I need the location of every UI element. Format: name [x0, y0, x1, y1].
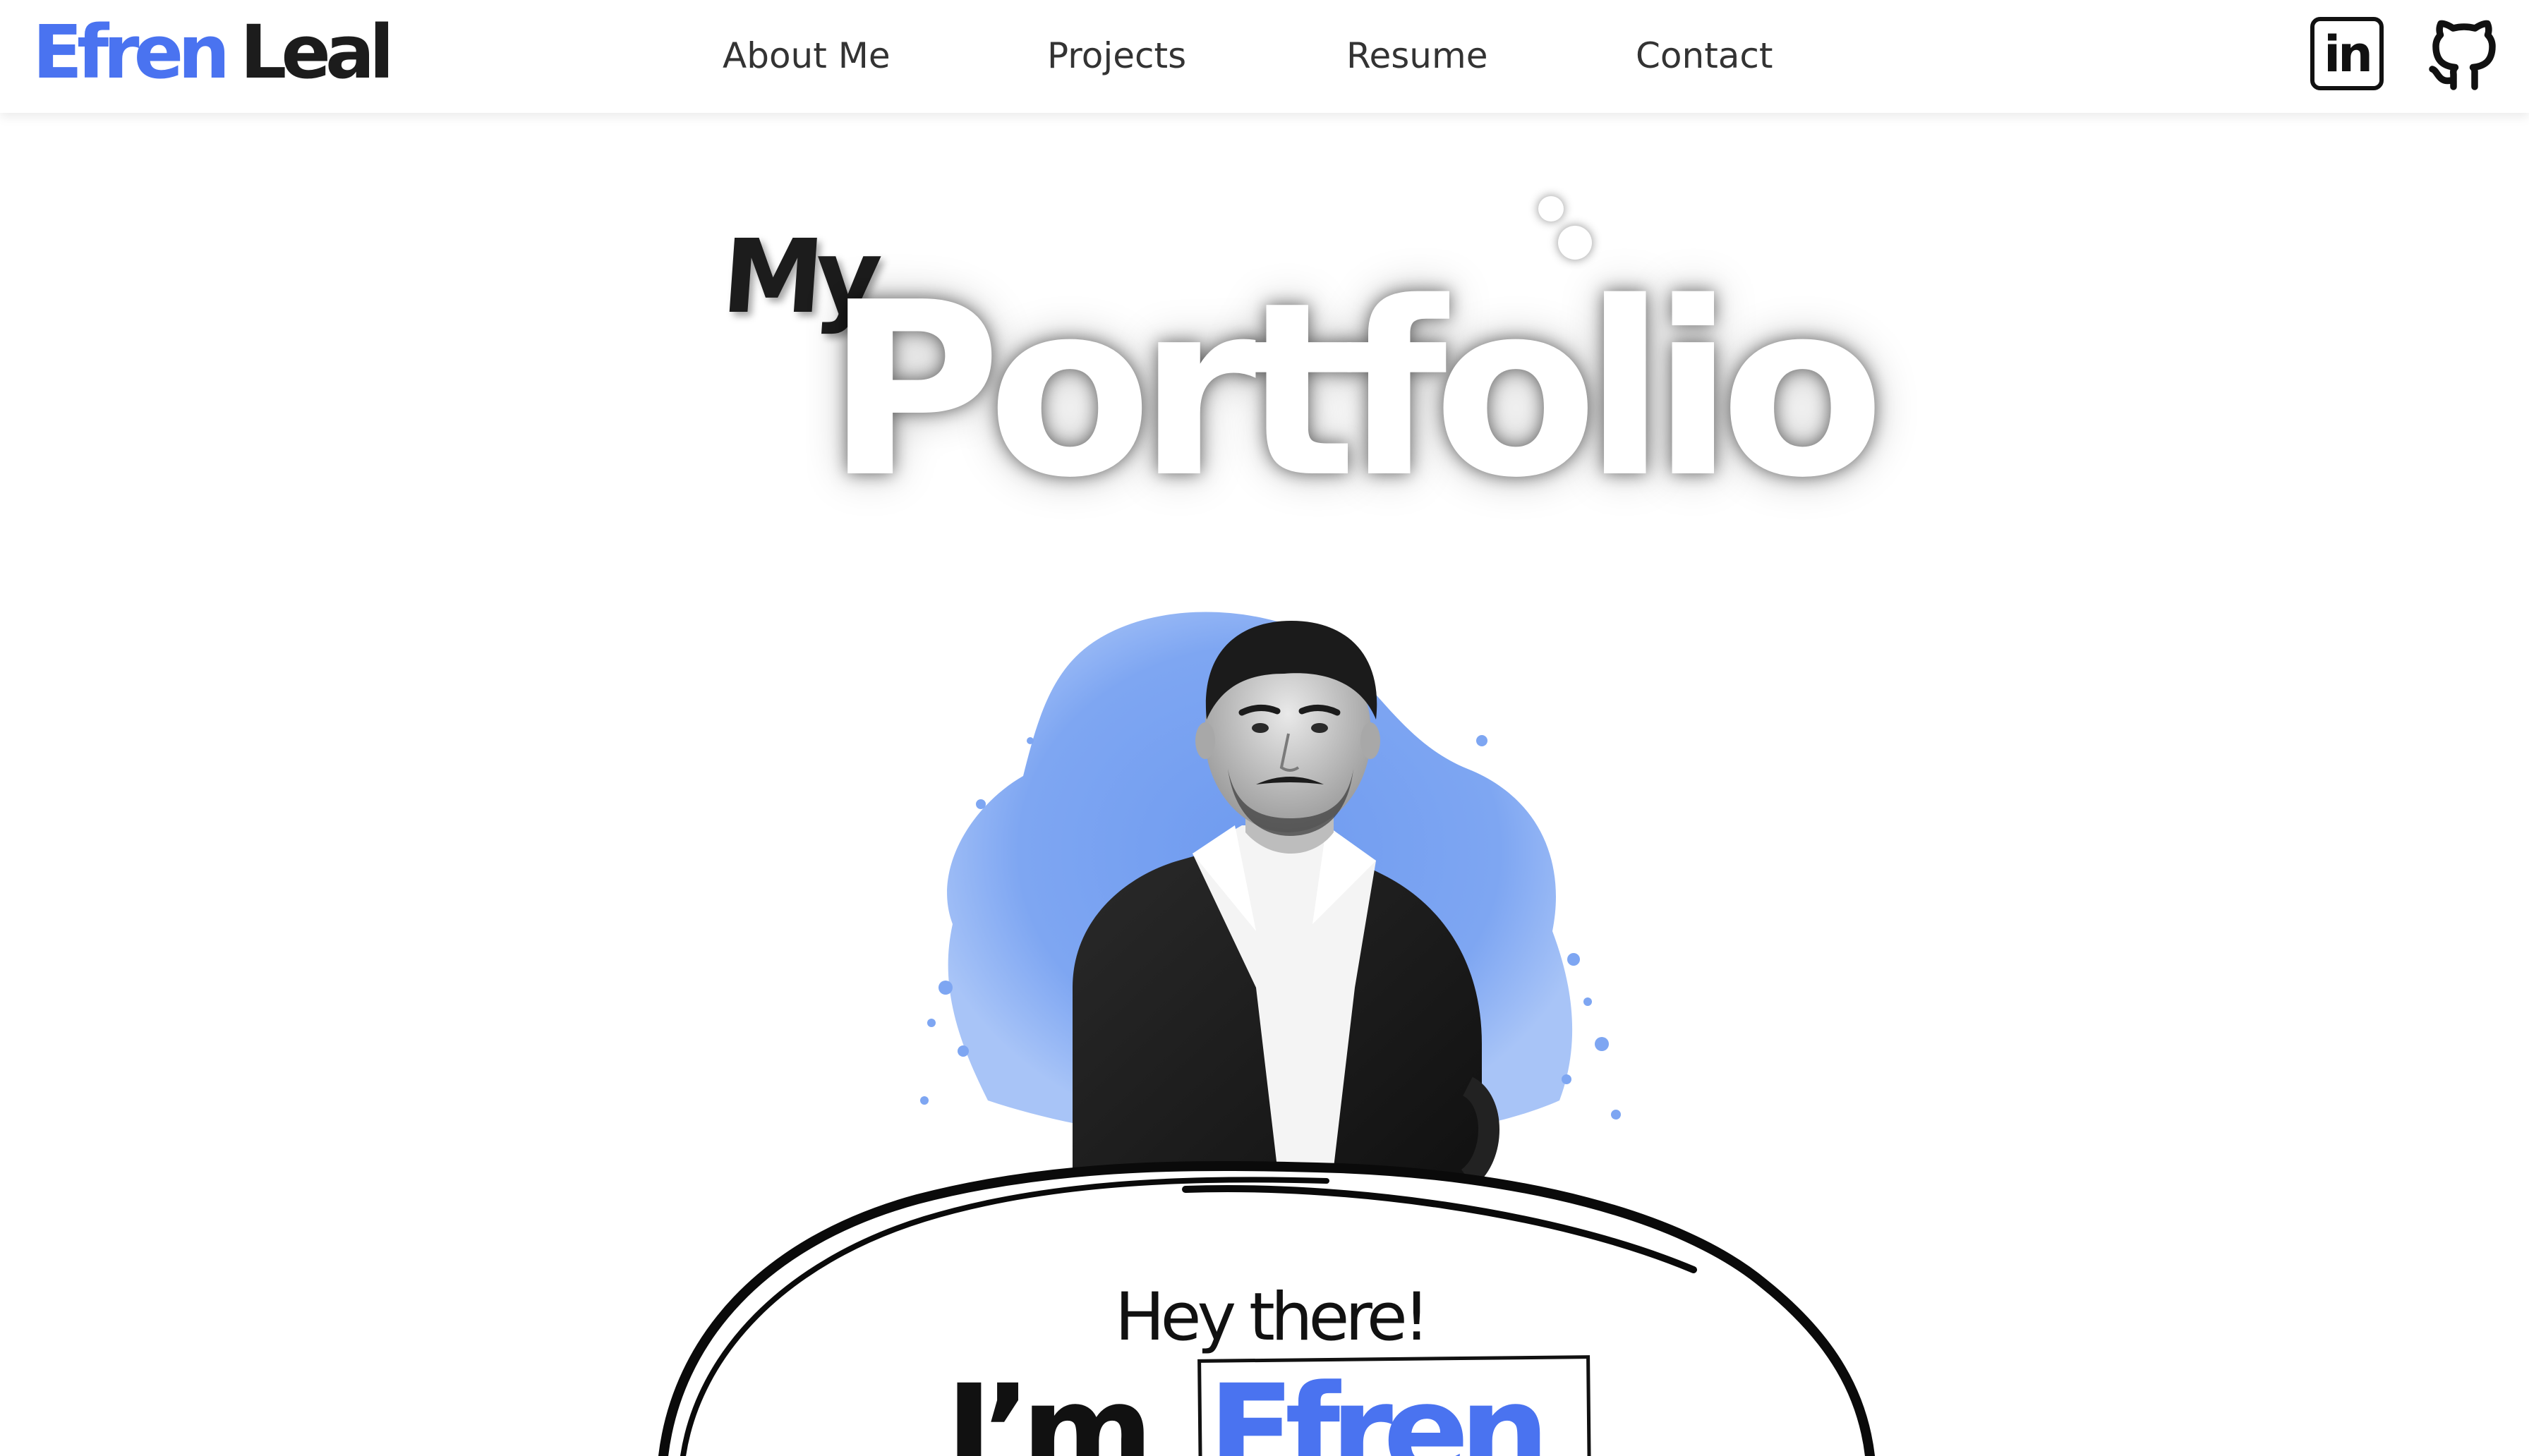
nav-link-contact[interactable]: Contact — [1636, 31, 1773, 80]
profile-photo — [861, 593, 1679, 1227]
intro-text: I’m — [946, 1358, 1154, 1456]
decor-bubble — [1538, 196, 1564, 222]
greeting-text: Hey there! — [1115, 1279, 1430, 1356]
title-portfolio: Portfolio — [826, 251, 1885, 530]
name-text: Efren — [1208, 1358, 1550, 1456]
nav-menu: About Me Projects Resume Contact — [0, 31, 2529, 80]
linkedin-icon[interactable]: in — [2310, 17, 2384, 90]
nav-link-resume[interactable]: Resume — [1346, 31, 1487, 80]
navbar: Efren Leal About Me Projects Resume Conta… — [0, 0, 2529, 113]
github-icon[interactable] — [2422, 13, 2506, 97]
nav-link-about-me[interactable]: About Me — [723, 31, 891, 80]
nav-link-projects[interactable]: Projects — [1047, 31, 1186, 80]
decor-bubble — [1558, 226, 1592, 260]
page: Efren Leal About Me Projects Resume Conta… — [0, 0, 2529, 1456]
